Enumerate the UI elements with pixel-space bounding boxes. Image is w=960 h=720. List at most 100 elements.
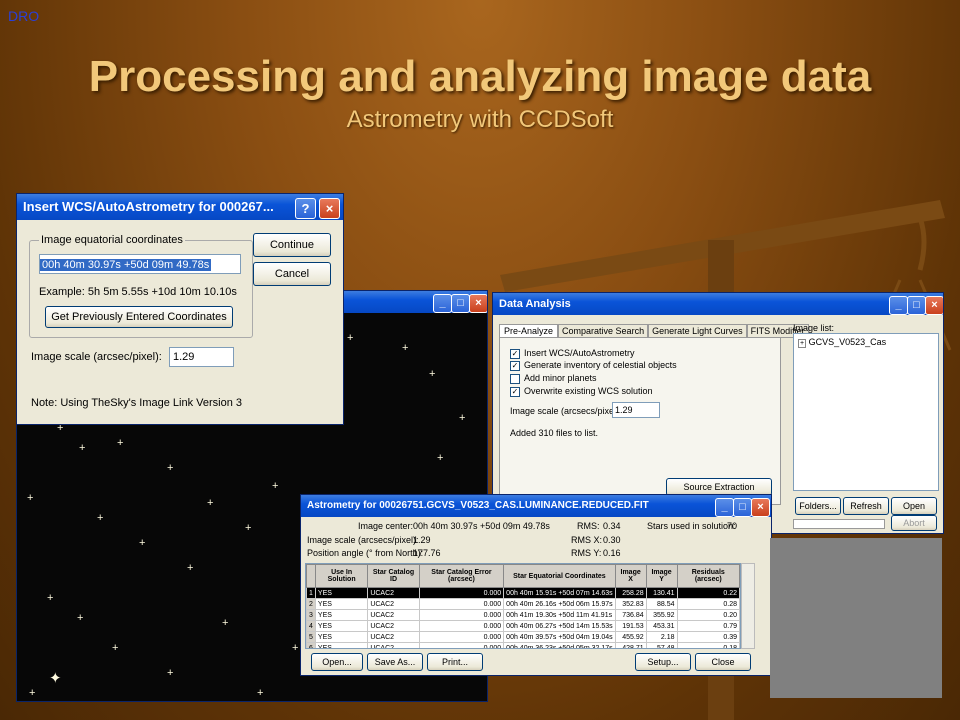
help-icon[interactable]: ? [295,198,316,219]
rms-y-value: 0.16 [603,548,621,558]
expand-icon[interactable]: + [798,339,807,348]
folders-button[interactable]: Folders... [795,497,841,515]
image-list-tree[interactable]: + GCVS_V0523_Cas [793,333,939,491]
star-icon: + [459,412,466,424]
table-cell: 0.000 [418,609,505,621]
table-cell: 00h 41m 19.30s +50d 11m 41.91s [503,609,616,621]
close-icon[interactable]: × [469,294,487,313]
star-icon: + [167,462,174,474]
maximize-icon[interactable]: □ [907,296,926,315]
corner-label: DRO [8,8,40,24]
close-button[interactable]: Close [695,653,751,671]
column-header[interactable]: Star Catalog ID [367,564,420,588]
stars-used-value: 70 [727,521,738,531]
star-icon: + [139,537,146,549]
abort-button[interactable]: Abort [891,515,937,531]
table-row[interactable]: 1 YES UCAC2 0.000 00h 40m 15.91s +50d 07m 14… [306,587,740,599]
minimize-icon[interactable]: _ [889,296,908,315]
tab-generate-light-curves[interactable]: Generate Light Curves [648,324,747,338]
star-icon: + [117,437,124,449]
star-icon: + [187,562,194,574]
image-scale-input[interactable]: 1.29 [169,347,234,367]
cancel-button[interactable]: Cancel [253,262,331,286]
column-header[interactable]: Residuals (arcsec) [676,564,740,588]
table-cell: 455.92 [614,631,647,643]
minimize-icon[interactable]: _ [715,498,734,517]
image-scale-input[interactable]: 1.29 [612,402,660,418]
table-cell: 0.28 [676,598,740,610]
table-row[interactable]: 2 YES UCAC2 0.000 00h 40m 26.16s +50d 06m 15… [306,598,740,610]
column-header[interactable]: Star Catalog Error (arcsec) [418,564,505,588]
imagelink-note: Note: Using TheSky's Image Link Version … [31,397,243,409]
table-row[interactable]: 3 YES UCAC2 0.000 00h 41m 19.30s +50d 11m 41… [306,609,740,621]
maximize-icon[interactable]: □ [733,498,752,517]
star-icon: + [245,522,252,534]
close-icon[interactable]: × [925,296,943,315]
table-row[interactable]: 4 YES UCAC2 0.000 00h 40m 06.27s +50d 14m 15… [306,620,740,632]
checkbox-overwrite-wcs[interactable]: ✓ Overwrite existing WCS solution [510,386,653,397]
stars-used-label: Stars used in solution: [647,521,736,531]
checkbox-label: Generate inventory of celestial objects [524,360,677,370]
table-cell: UCAC2 [367,642,420,648]
close-icon[interactable]: × [751,498,770,517]
column-header[interactable]: Image Y [645,564,678,588]
column-header[interactable]: Image X [614,564,647,588]
table-cell: 88.54 [645,598,678,610]
table-scrollbar[interactable] [741,563,755,649]
open-button[interactable]: Open [891,497,937,515]
image-list-label: Image list: [793,323,835,333]
image-scale-label: Image scale (arcsecs/pixel): [307,535,419,545]
table-cell: 00h 40m 36.23s +50d 05m 32.17s [503,642,616,648]
checkbox-insert-wcs[interactable]: ✓ Insert WCS/AutoAstrometry [510,348,635,359]
coords-group-label: Image equatorial coordinates [39,234,185,246]
get-previous-coords-button[interactable]: Get Previously Entered Coordinates [45,306,233,328]
coords-input[interactable]: 00h 40m 30.97s +50d 09m 49.78s [39,254,241,274]
solution-grid: Use In Solution Star Catalog ID Star Catal… [306,564,740,648]
print-button[interactable]: Print... [427,653,483,671]
wcs-dialog-titlebar: Insert WCS/AutoAstrometry for 000267... … [17,194,343,220]
refresh-button[interactable]: Refresh [843,497,889,515]
progress-bar [793,519,885,529]
save-as-button[interactable]: Save As... [367,653,423,671]
table-header-row: Use In Solution Star Catalog ID Star Catal… [306,564,740,588]
image-center-value: 00h 40m 30.97s +50d 09m 49.78s [413,521,550,531]
table-row[interactable]: 5 YES UCAC2 0.000 00h 40m 39.57s +50d 04m 19… [306,631,740,643]
open-file-button[interactable]: Open... [311,653,363,671]
star-icon: + [272,480,279,492]
maximize-icon[interactable]: □ [451,294,470,313]
column-header[interactable] [306,564,316,588]
star-icon: + [402,342,409,354]
setup-button[interactable]: Setup... [635,653,691,671]
tree-item[interactable]: + GCVS_V0523_Cas [794,334,938,350]
data-analysis-titlebar: Data Analysis _ □ × [493,293,943,315]
slide-subtitle: Astrometry with CCDSoft [346,106,614,133]
star-icon: + [437,452,444,464]
star-icon: + [97,512,104,524]
table-cell: 453.31 [645,620,678,632]
solution-table[interactable]: Use In Solution Star Catalog ID Star Catal… [305,563,741,649]
minimize-icon[interactable]: _ [433,294,452,313]
table-cell: 0.18 [676,642,740,648]
coords-input-value: 00h 40m 30.97s +50d 09m 49.78s [40,259,212,271]
checkbox-generate-inventory[interactable]: ✓ Generate inventory of celestial objects [510,360,677,371]
table-row[interactable]: 6 YES UCAC2 0.000 00h 40m 36.23s +50d 05m 32… [306,642,740,648]
table-cell: 0.79 [676,620,740,632]
tab-comparative-search[interactable]: Comparative Search [558,324,649,338]
column-header[interactable]: Use In Solution [314,564,369,588]
continue-button[interactable]: Continue [253,233,331,257]
checkbox-add-minor-planets[interactable]: Add minor planets [510,373,597,384]
star-icon: + [79,442,86,454]
table-cell: 736.84 [614,609,647,621]
star-icon: + [47,592,54,604]
close-icon[interactable]: × [319,198,340,219]
star-icon: + [347,332,354,344]
rms-y-label: RMS Y: [571,548,602,558]
table-cell: UCAC2 [367,631,420,643]
star-icon: + [29,687,36,699]
table-cell: 130.41 [645,587,678,599]
column-header[interactable]: Star Equatorial Coordinates [503,564,616,588]
wcs-dialog: Insert WCS/AutoAstrometry for 000267... … [16,193,344,425]
files-added-status: Added 310 files to list. [510,428,599,438]
tab-pre-analyze[interactable]: Pre-Analyze [499,324,559,337]
table-cell: 258.28 [614,587,647,599]
